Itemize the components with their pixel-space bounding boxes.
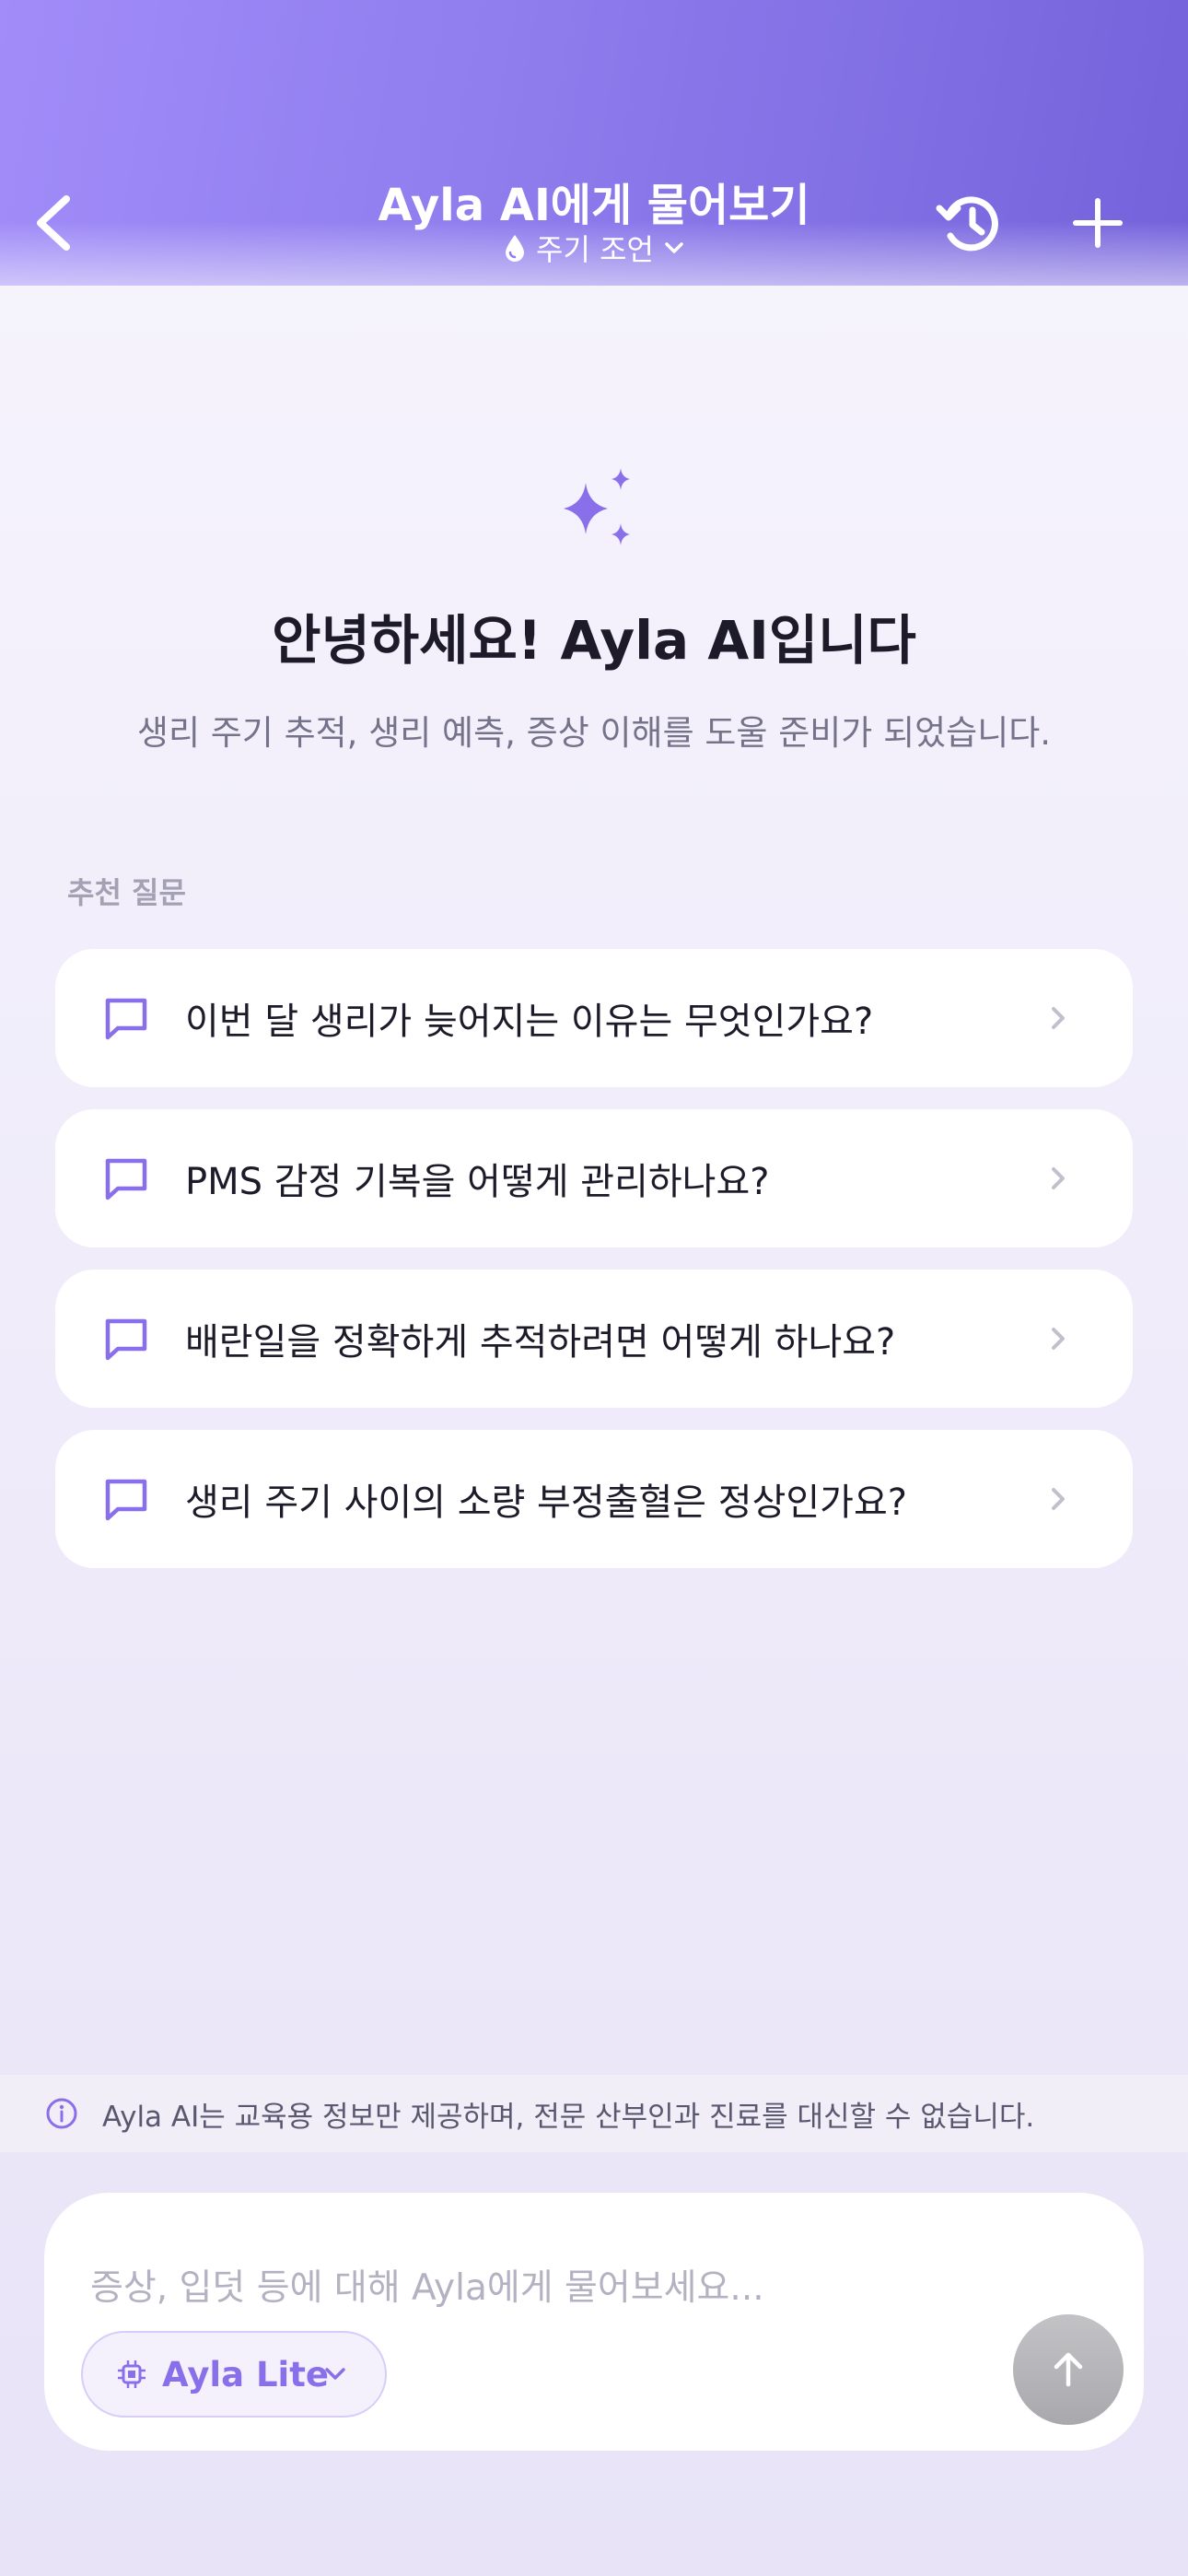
suggestion-text: 배란일을 정확하게 추적하려면 어떻게 하나요? [185, 1321, 896, 1364]
app-header: Ayla AI에게 물어보기 주기 조언 [0, 0, 1188, 286]
suggestion-text: PMS 감정 기복을 어떻게 관리하나요? [185, 1161, 770, 1203]
page-title: Ayla AI에게 물어보기 [378, 180, 810, 231]
chat-bubble-icon [105, 1158, 147, 1200]
suggestion-card[interactable]: 생리 주기 사이의 소량 부정출혈은 정상인가요? [55, 1430, 1133, 1568]
chat-bubble-icon [105, 1318, 147, 1361]
model-label: Ayla Lite [162, 2354, 330, 2395]
chevron-down-icon [665, 242, 683, 253]
suggestion-text: 생리 주기 사이의 소량 부정출혈은 정상인가요? [185, 1481, 908, 1524]
chevron-right-icon [1052, 1488, 1065, 1510]
chip-icon [118, 2360, 146, 2388]
new-chat-button[interactable] [1059, 184, 1136, 262]
disclaimer-text: Ayla AI는 교육용 정보만 제공하며, 전문 산부인과 진료를 대신할 수… [102, 2100, 1035, 2134]
history-icon [936, 196, 998, 252]
drop-icon [506, 235, 525, 262]
suggestion-card[interactable]: 배란일을 정확하게 추적하려면 어떻게 하나요? [55, 1270, 1133, 1408]
chevron-down-icon [325, 2368, 345, 2380]
suggestion-list: 이번 달 생리가 늦어지는 이유는 무엇인가요? PMS 감정 기복을 어떻게 … [55, 949, 1133, 1590]
message-input[interactable]: 증상, 입덧 등에 대해 Ayla에게 물어보세요... [90, 2259, 764, 2311]
sparkle-icon [564, 468, 630, 545]
suggestion-card[interactable]: PMS 감정 기복을 어떻게 관리하나요? [55, 1109, 1133, 1247]
history-button[interactable] [930, 184, 1007, 262]
suggestion-text: 이번 달 생리가 늦어지는 이유는 무엇인가요? [185, 1001, 874, 1043]
plus-icon [1073, 198, 1123, 248]
chat-bubble-icon [105, 1479, 147, 1521]
suggestions-label: 추천 질문 [67, 875, 186, 910]
suggestion-card[interactable]: 이번 달 생리가 늦어지는 이유는 무엇인가요? [55, 949, 1133, 1087]
disclaimer-bar: Ayla AI는 교육용 정보만 제공하며, 전문 산부인과 진료를 대신할 수… [0, 2075, 1188, 2152]
mode-label: 주기 조언 [536, 232, 654, 267]
info-icon [46, 2098, 77, 2129]
welcome-subtitle: 생리 주기 추적, 생리 예측, 증상 이해를 도울 준비가 되었습니다. [136, 713, 1052, 753]
chevron-right-icon [1052, 1167, 1065, 1189]
message-composer: 증상, 입덧 등에 대해 Ayla에게 물어보세요... Ayla Lite [44, 2193, 1144, 2451]
mode-selector[interactable]: 주기 조언 [0, 227, 1188, 269]
chat-bubble-icon [105, 998, 147, 1040]
welcome-title: 안녕하세요! Ayla AI입니다 [272, 609, 916, 672]
chevron-right-icon [1052, 1007, 1065, 1029]
send-button[interactable] [1013, 2314, 1124, 2425]
chevron-right-icon [1052, 1328, 1065, 1350]
model-selector[interactable]: Ayla Lite [81, 2331, 387, 2418]
arrow-up-icon [1054, 2352, 1083, 2387]
